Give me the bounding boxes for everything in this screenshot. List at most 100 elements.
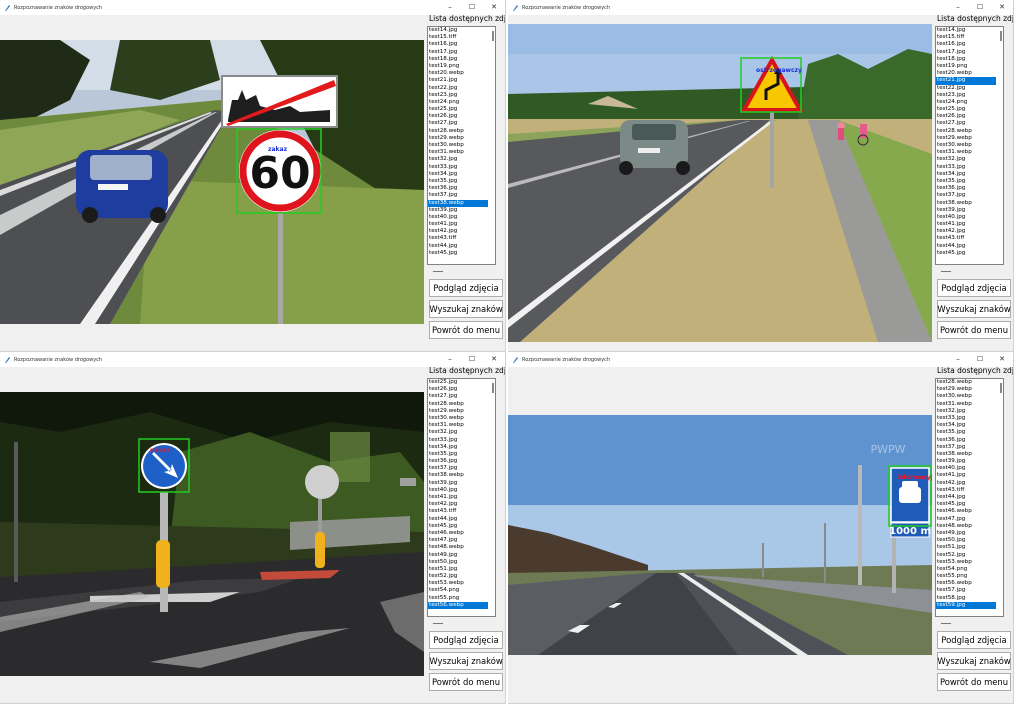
file-list-item[interactable]: test46.webp: [428, 530, 488, 537]
file-list-item[interactable]: test45.jpg: [936, 501, 996, 508]
minimize-button[interactable]: –: [439, 352, 461, 367]
file-list-item[interactable]: test35.jpg: [936, 429, 996, 436]
file-list-item[interactable]: test31.webp: [428, 422, 488, 429]
file-list-item[interactable]: test28.webp: [428, 401, 488, 408]
file-list-item[interactable]: test50.jpg: [936, 537, 996, 544]
file-list-item[interactable]: test17.jpg: [936, 49, 996, 56]
file-list-item[interactable]: test56.webp: [428, 601, 488, 609]
file-list-item[interactable]: test39.jpg: [428, 480, 488, 487]
file-list-item[interactable]: test36.jpg: [936, 185, 996, 192]
file-list-item[interactable]: test15.tiff: [936, 34, 996, 41]
file-list-item[interactable]: test45.jpg: [936, 250, 996, 257]
file-list-item[interactable]: test38.webp: [428, 199, 488, 207]
file-list-item[interactable]: test29.webp: [936, 386, 996, 393]
close-button[interactable]: ✕: [483, 352, 505, 367]
file-list-item[interactable]: test25.jpg: [936, 106, 996, 113]
file-list-item[interactable]: test16.jpg: [428, 41, 488, 48]
file-list-item[interactable]: test40.jpg: [936, 214, 996, 221]
file-list-item[interactable]: test26.jpg: [428, 113, 488, 120]
file-list-item[interactable]: test30.webp: [428, 415, 488, 422]
file-list-item[interactable]: test38.webp: [936, 451, 996, 458]
horizontal-scrollbar[interactable]: [433, 271, 443, 272]
file-list-item[interactable]: test37.jpg: [428, 192, 488, 199]
file-list-item[interactable]: test34.jpg: [936, 422, 996, 429]
file-list-item[interactable]: test22.jpg: [936, 85, 996, 92]
file-list-item[interactable]: test42.jpg: [936, 228, 996, 235]
file-list-item[interactable]: test25.jpg: [428, 379, 488, 386]
file-list-item[interactable]: test55.png: [936, 573, 996, 580]
file-list-item[interactable]: test49.jpg: [428, 552, 488, 559]
search-signs-button[interactable]: Wyszukaj znaków: [937, 652, 1011, 670]
file-list-item[interactable]: test50.jpg: [428, 559, 488, 566]
file-list-item[interactable]: test34.jpg: [428, 444, 488, 451]
search-signs-button[interactable]: Wyszukaj znaków: [937, 300, 1011, 318]
file-list-item[interactable]: test34.jpg: [936, 171, 996, 178]
file-list-item[interactable]: test20.webp: [428, 70, 488, 77]
file-list-item[interactable]: test19.png: [936, 63, 996, 70]
file-listbox[interactable]: test25.jpg test26.jpg test27.jpg test28.web…: [427, 378, 496, 617]
file-list-item[interactable]: test44.jpg: [936, 494, 996, 501]
file-list-item[interactable]: test37.jpg: [428, 465, 488, 472]
horizontal-scrollbar[interactable]: [941, 623, 951, 624]
file-list-item[interactable]: test29.webp: [428, 408, 488, 415]
file-list-item[interactable]: test53.webp: [428, 580, 488, 587]
maximize-button[interactable]: ☐: [969, 0, 991, 15]
file-list-item[interactable]: test29.webp: [936, 135, 996, 142]
file-list-item[interactable]: test44.jpg: [936, 243, 996, 250]
file-list-item[interactable]: test39.jpg: [428, 207, 488, 214]
file-list-item[interactable]: test59.jpg: [936, 601, 996, 609]
search-signs-button[interactable]: Wyszukaj znaków: [429, 300, 503, 318]
close-button[interactable]: ✕: [483, 0, 505, 15]
file-list-item[interactable]: test35.jpg: [428, 451, 488, 458]
file-list-item[interactable]: test33.jpg: [936, 164, 996, 171]
file-list-item[interactable]: test29.webp: [428, 135, 488, 142]
horizontal-scrollbar[interactable]: [941, 271, 951, 272]
search-signs-button[interactable]: Wyszukaj znaków: [429, 652, 503, 670]
file-list-item[interactable]: test58.jpg: [936, 595, 996, 602]
file-list-item[interactable]: test37.jpg: [936, 444, 996, 451]
file-list-item[interactable]: test42.jpg: [936, 480, 996, 487]
file-list-item[interactable]: test30.webp: [936, 142, 996, 149]
back-to-menu-button[interactable]: Powrót do menu: [937, 321, 1011, 339]
file-list-item[interactable]: test44.jpg: [428, 516, 488, 523]
file-list-item[interactable]: test42.jpg: [428, 501, 488, 508]
file-list-item[interactable]: test32.jpg: [428, 156, 488, 163]
preview-button[interactable]: Podgląd zdjęcia: [429, 279, 503, 297]
file-list-item[interactable]: test55.png: [428, 595, 488, 602]
file-list-item[interactable]: test45.jpg: [428, 250, 488, 257]
back-to-menu-button[interactable]: Powrót do menu: [937, 673, 1011, 691]
file-list-item[interactable]: test26.jpg: [428, 386, 488, 393]
file-list-item[interactable]: test51.jpg: [936, 544, 996, 551]
file-list-item[interactable]: test38.webp: [936, 200, 996, 207]
file-list-item[interactable]: test43.tiff: [428, 235, 488, 242]
file-list-item[interactable]: test48.webp: [428, 544, 488, 551]
file-list-item[interactable]: test54.png: [936, 566, 996, 573]
preview-button[interactable]: Podgląd zdjęcia: [429, 631, 503, 649]
file-list-item[interactable]: test51.jpg: [428, 566, 488, 573]
close-button[interactable]: ✕: [991, 0, 1013, 15]
file-list-item[interactable]: test57.jpg: [936, 587, 996, 594]
file-list-item[interactable]: test36.jpg: [428, 458, 488, 465]
file-list-item[interactable]: test47.jpg: [428, 537, 488, 544]
file-list-item[interactable]: test27.jpg: [936, 120, 996, 127]
scrollbar-thumb[interactable]: [1000, 383, 1002, 393]
file-list-item[interactable]: test36.jpg: [428, 185, 488, 192]
file-list-item[interactable]: test14.jpg: [936, 27, 996, 34]
file-list-item[interactable]: test23.jpg: [428, 92, 488, 99]
file-list-item[interactable]: test28.webp: [936, 379, 996, 386]
file-list-item[interactable]: test40.jpg: [936, 465, 996, 472]
file-list-item[interactable]: test33.jpg: [936, 415, 996, 422]
file-list-item[interactable]: test41.jpg: [936, 472, 996, 479]
file-list-item[interactable]: test21.jpg: [428, 77, 488, 84]
file-list-item[interactable]: test49.jpg: [936, 530, 996, 537]
minimize-button[interactable]: –: [947, 352, 969, 367]
maximize-button[interactable]: ☐: [461, 352, 483, 367]
file-list-item[interactable]: test45.jpg: [428, 523, 488, 530]
file-list-item[interactable]: test17.jpg: [428, 49, 488, 56]
preview-button[interactable]: Podgląd zdjęcia: [937, 279, 1011, 297]
file-list-item[interactable]: test24.png: [936, 99, 996, 106]
file-list-item[interactable]: test48.webp: [936, 523, 996, 530]
file-list-item[interactable]: test43.tiff: [936, 487, 996, 494]
file-list-item[interactable]: test32.jpg: [936, 408, 996, 415]
file-list-item[interactable]: test33.jpg: [428, 437, 488, 444]
